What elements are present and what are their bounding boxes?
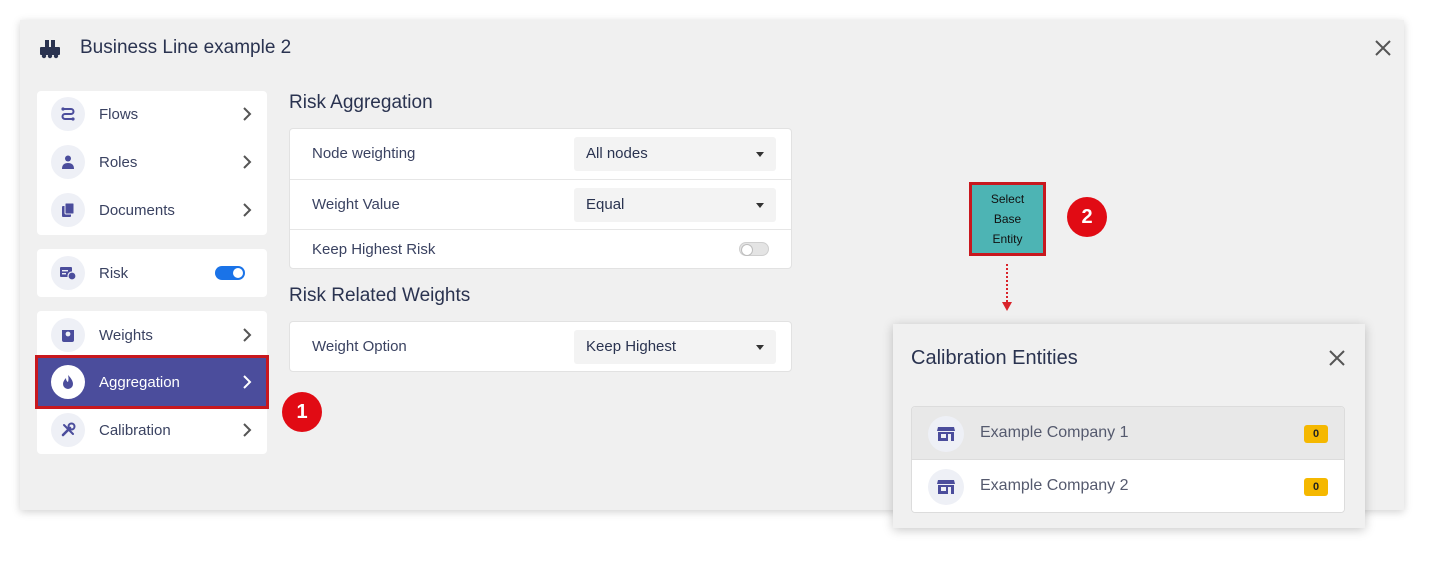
keep-highest-risk-row: Keep Highest Risk [290,230,791,269]
caret-down-icon [756,345,764,350]
stage: Business Line example 2 Flows Roles Docu… [0,0,1445,569]
store-icon [937,480,955,494]
chevron-right-icon [243,375,252,389]
store-icon [937,427,955,441]
node-weighting-row: Node weighting All nodes [290,129,791,180]
step-2-badge: 2 [1067,197,1107,237]
chevron-right-icon [243,423,252,437]
sidebar-group-objects: Flows Roles Documents [37,91,267,235]
entity-row-example-company-1[interactable]: Example Company 1 0 [912,407,1344,460]
sidebar-item-label: Risk [99,264,129,282]
aggregation-icon [63,375,73,389]
chevron-right-icon [243,203,252,217]
chevron-right-icon [243,328,252,342]
risk-aggregation-title: Risk Aggregation [289,92,433,113]
node-weighting-label: Node weighting [312,145,416,162]
sidebar-item-weights[interactable]: Weights [37,312,267,358]
keep-highest-risk-label: Keep Highest Risk [312,241,436,258]
weight-option-value: Keep Highest [586,338,677,355]
flows-icon [61,107,75,121]
sidebar-item-risk[interactable]: Risk [37,250,267,296]
weight-value-row: Weight Value Equal [290,180,791,230]
weight-value-label: Weight Value [312,196,400,213]
roles-icon [62,155,74,169]
sidebar-item-flows[interactable]: Flows [37,91,267,137]
risk-icon [60,267,77,281]
weight-option-select[interactable]: Keep Highest [574,330,776,364]
sidebar-group-settings: Weights Aggregation Calibration [35,311,269,454]
caret-down-icon [756,152,764,157]
caret-down-icon [756,203,764,208]
sidebar-group-risk: Risk [37,249,267,297]
weight-value-value: Equal [586,196,625,213]
select-base-entity-callout: Select Base Entity [969,182,1046,256]
entity-name: Example Company 2 [980,477,1129,494]
close-icon[interactable] [1372,37,1394,59]
callout-line: Base [993,212,1022,226]
step-1-badge: 1 [282,392,322,432]
callout-arrow-line [1006,264,1008,302]
entity-name: Example Company 1 [980,424,1129,441]
sidebar-item-calibration[interactable]: Calibration [37,407,267,453]
callout-line: Select [990,192,1025,206]
factory-icon [40,40,60,59]
sidebar-item-label: Documents [99,201,175,219]
calibration-entities-modal: Calibration Entities Example Company 1 0 [893,324,1365,528]
callout-line: Entity [992,232,1023,246]
entity-row-example-company-2[interactable]: Example Company 2 0 [912,460,1344,512]
risk-toggle[interactable] [215,266,245,280]
weights-icon [62,330,74,342]
node-weighting-select[interactable]: All nodes [574,137,776,171]
sidebar-item-label: Calibration [99,421,171,439]
entity-count-badge: 0 [1304,478,1328,496]
risk-related-weights-title: Risk Related Weights [289,285,471,306]
weight-option-label: Weight Option [312,338,407,355]
risk-related-weights-panel: Weight Option Keep Highest [289,321,792,372]
keep-highest-risk-switch[interactable] [739,242,769,256]
sidebar-item-documents[interactable]: Documents [37,187,267,233]
weight-value-select[interactable]: Equal [574,188,776,222]
documents-icon [62,202,75,217]
entity-count-badge: 0 [1304,425,1328,443]
window-title: Business Line example 2 [80,37,292,58]
weight-option-row: Weight Option Keep Highest [290,322,791,371]
sidebar-item-label: Weights [99,326,153,344]
sidebar-item-label: Roles [99,153,138,171]
risk-aggregation-panel: Node weighting All nodes Weight Value Eq… [289,128,792,269]
modal-title: Calibration Entities [911,347,1078,369]
entity-list: Example Company 1 0 Example Company 2 0 [911,406,1345,513]
calibration-icon [61,422,76,437]
sidebar-item-roles[interactable]: Roles [37,139,267,185]
sidebar-item-aggregation[interactable]: Aggregation [35,355,269,409]
close-icon[interactable] [1327,348,1347,368]
sidebar-item-label: Aggregation [99,373,180,391]
chevron-right-icon [243,107,252,121]
chevron-right-icon [243,155,252,169]
arrow-down-icon [1002,302,1012,311]
node-weighting-value: All nodes [586,145,648,162]
sidebar-item-label: Flows [99,105,139,123]
